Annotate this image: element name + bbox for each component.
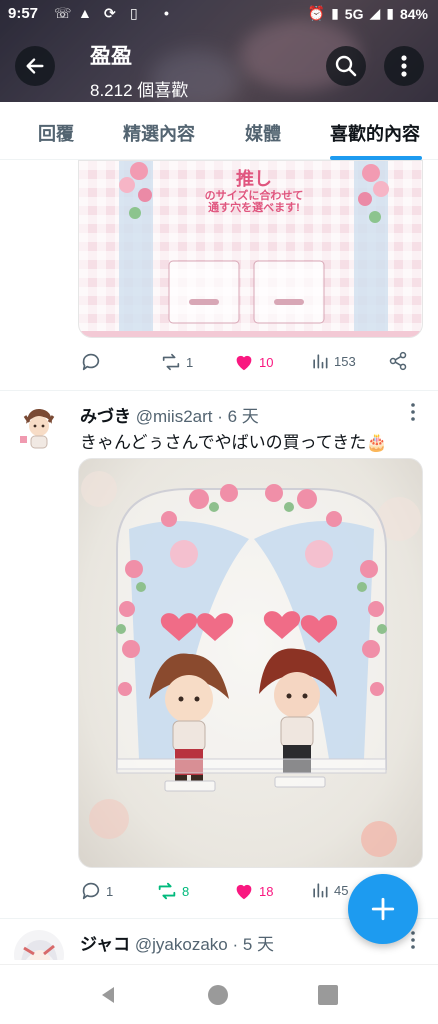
status-right: ⏰ ▮ 5G ◢ ▮ 84% <box>308 5 428 22</box>
signal-icon: ◢ <box>369 5 381 21</box>
profile-name: 盈盈 <box>90 45 132 68</box>
compose-tweet-button[interactable] <box>348 874 418 944</box>
tab-likes[interactable]: 喜歡的內容 <box>330 120 420 146</box>
phone-icon: ▯ <box>130 5 138 21</box>
status-bar: 9:57 ☏ ▲ ⟳ ▯ • ⏰ ▮ 5G ◢ ▮ 84% <box>0 0 438 30</box>
retweet-button[interactable]: 8 <box>156 880 189 902</box>
reply-button[interactable]: 1 <box>80 880 113 902</box>
views-button[interactable]: 45 <box>310 880 348 900</box>
reply-button[interactable] <box>80 351 106 373</box>
retweet-icon <box>162 353 180 371</box>
tab-replies[interactable]: 回覆 <box>38 120 74 146</box>
views-chart-icon <box>313 354 328 369</box>
back-arrow-icon <box>26 58 44 74</box>
battery-icon: ▮ <box>386 5 394 21</box>
share-button[interactable] <box>388 351 408 371</box>
package-text-line: 推し <box>236 169 272 189</box>
avatar-chibi-image <box>14 402 64 452</box>
package-text: 推し のサイズに合わせて 通す穴を選べます! <box>189 169 319 215</box>
reply-count: 1 <box>106 883 114 899</box>
network-label: 5G <box>344 5 364 22</box>
views-chart-icon <box>313 883 328 898</box>
tweet-header: みづき @miis2art · 6 天 <box>80 402 259 427</box>
more-options-button[interactable] <box>384 46 424 86</box>
display-name[interactable]: ジャコ <box>80 935 130 954</box>
nav-home-icon[interactable] <box>208 985 228 1005</box>
retweet-count: 1 <box>186 354 194 370</box>
tweet-divider <box>0 390 438 391</box>
avatar[interactable] <box>14 402 64 452</box>
avatar[interactable] <box>14 930 64 960</box>
search-button[interactable] <box>326 46 366 86</box>
tweet-feed[interactable]: 推し のサイズに合わせて 通す穴を選べます! 1 10 153 みづき @mii… <box>0 160 438 960</box>
like-button[interactable]: 18 <box>233 880 273 902</box>
system-navigation-bar <box>0 964 438 1024</box>
status-time: 9:57 <box>8 5 39 22</box>
reply-icon <box>82 353 100 371</box>
likes-count: 8.212 個喜歡 <box>90 81 189 100</box>
separator-dot: · <box>217 407 228 426</box>
like-button[interactable]: 10 <box>233 351 273 373</box>
package-text-line: のサイズに合わせて <box>204 189 304 202</box>
nav-back-icon[interactable] <box>98 985 118 1005</box>
tweet-more-icon[interactable] <box>406 402 420 422</box>
back-button[interactable] <box>15 46 55 86</box>
tweet-header: ジャコ @jyakozako · 5 天 <box>80 930 274 955</box>
vibrate-icon: ▮ <box>331 5 339 21</box>
avatar-character-image <box>14 930 64 960</box>
views-count: 153 <box>334 353 356 369</box>
tweet-image[interactable]: 推し のサイズに合わせて 通す穴を選べます! <box>78 160 423 338</box>
alarm-icon: ⏰ <box>307 5 326 21</box>
warning-icon: ▲ <box>78 5 92 21</box>
package-text-line: 通す穴を選べます! <box>208 202 300 215</box>
plus-icon <box>371 897 395 921</box>
heart-filled-icon <box>236 884 252 900</box>
retweet-count: 8 <box>182 883 190 899</box>
user-handle[interactable]: @miis2art <box>136 407 213 426</box>
dot-icon: • <box>164 5 169 21</box>
sync-icon: ⟳ <box>104 5 116 21</box>
retweet-icon <box>158 882 176 900</box>
retweet-button[interactable]: 1 <box>160 351 193 373</box>
tweet-time[interactable]: 6 天 <box>228 407 259 426</box>
like-count: 10 <box>259 354 274 370</box>
wedding-arch-acrylic-stand-photo <box>81 471 421 857</box>
user-handle[interactable]: @jyakozako <box>135 935 228 954</box>
battery-level: 84% <box>399 5 428 22</box>
app-bar: 盈盈 8.212 個喜歡 <box>0 30 438 102</box>
profile-tabs: 回覆 精選內容 媒體 喜歡的內容 <box>0 102 438 160</box>
more-vertical-icon <box>401 55 407 77</box>
call-icon: ☏ <box>54 5 72 21</box>
views-count: 45 <box>334 882 349 898</box>
heart-filled-icon <box>236 355 252 371</box>
tweet-image[interactable] <box>78 458 423 868</box>
profile-header: 9:57 ☏ ▲ ⟳ ▯ • ⏰ ▮ 5G ◢ ▮ 84% 盈盈 8.212 個… <box>0 0 438 102</box>
reply-icon <box>82 882 100 900</box>
share-icon <box>389 351 407 371</box>
tweet-time[interactable]: 5 天 <box>243 935 274 954</box>
tweet-actions: 1 10 153 <box>78 351 418 375</box>
views-button[interactable]: 153 <box>310 351 356 371</box>
tweet-text: きゃんどぅさんでやばいの買ってきた🎂 <box>80 433 388 452</box>
tab-media[interactable]: 媒體 <box>245 120 281 146</box>
tab-highlights[interactable]: 精選內容 <box>123 120 195 146</box>
display-name[interactable]: みづき <box>80 407 131 426</box>
like-count: 18 <box>259 883 274 899</box>
separator-dot: · <box>232 935 243 954</box>
search-icon <box>335 55 357 77</box>
nav-recent-apps-icon[interactable] <box>318 985 338 1005</box>
